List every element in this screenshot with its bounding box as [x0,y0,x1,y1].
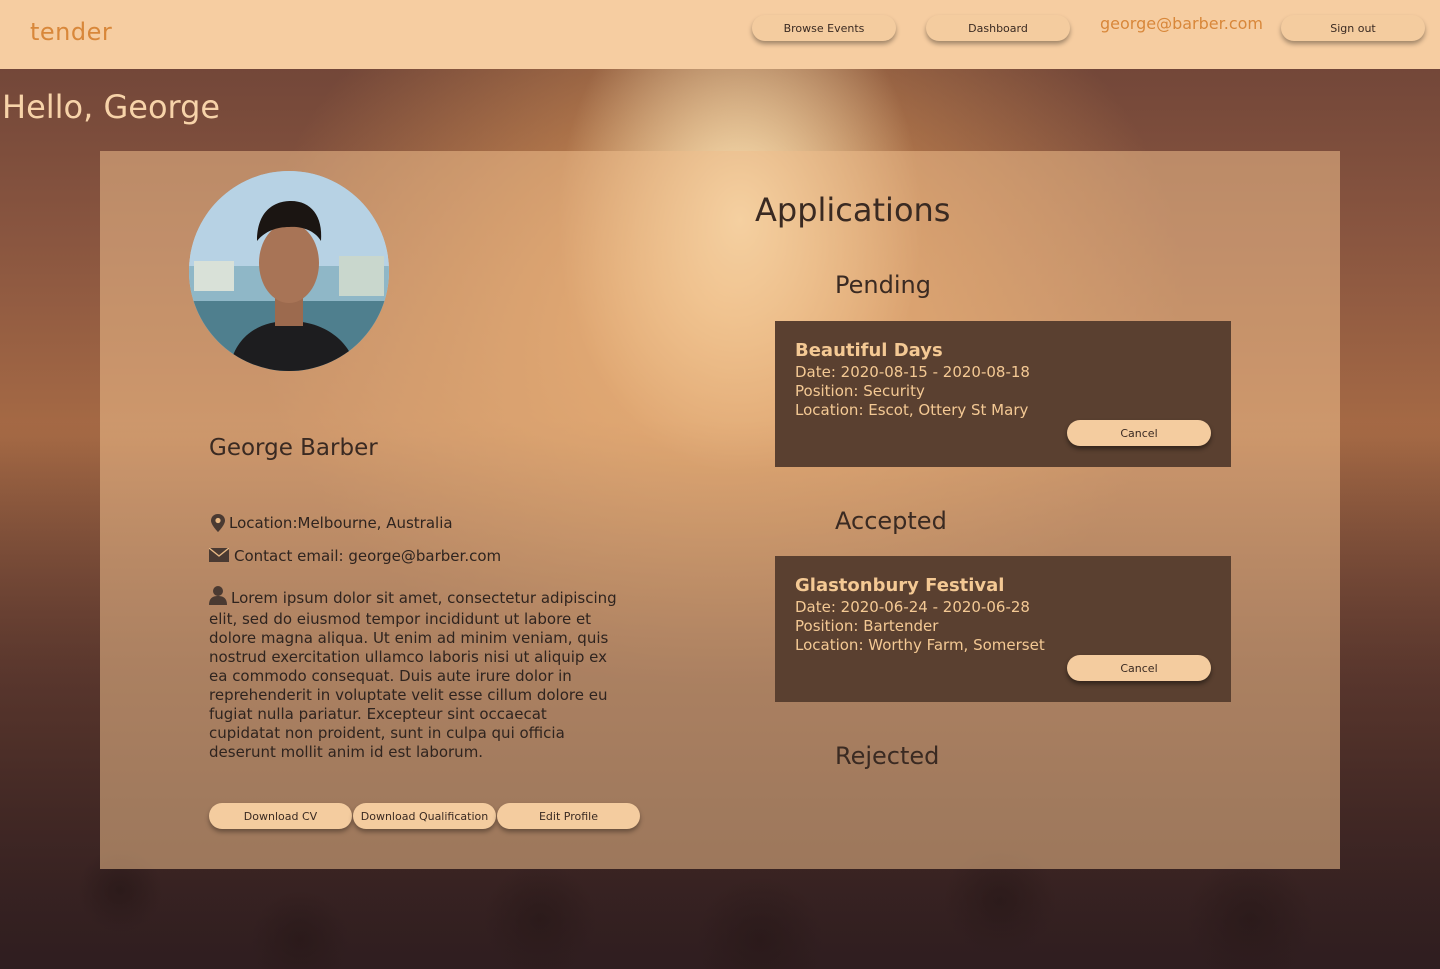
pending-heading: Pending [835,271,931,299]
top-navbar: tender Browse Events Dashboard george@ba… [0,0,1440,69]
event-position: Position: Bartender [795,617,939,635]
user-icon [209,585,227,610]
bio-paragraph: Lorem ipsum dolor sit amet, consectetur … [209,585,621,762]
user-email-link[interactable]: george@barber.com [1100,14,1263,33]
avatar [189,171,389,371]
contact-row: Contact email: george@barber.com [209,547,501,565]
brand-logo[interactable]: tender [30,18,112,46]
download-cv-button[interactable]: Download CV [209,803,352,829]
event-date: Date: 2020-06-24 - 2020-06-28 [795,598,1030,616]
download-qualification-button[interactable]: Download Qualification [353,803,496,829]
edit-profile-button[interactable]: Edit Profile [497,803,640,829]
event-position: Position: Security [795,382,925,400]
event-name: Beautiful Days [795,340,943,361]
pending-application-card: Beautiful Days Date: 2020-08-15 - 2020-0… [775,321,1231,467]
location-text: Location:Melbourne, Australia [229,514,453,532]
bio-text: Lorem ipsum dolor sit amet, consectetur … [209,589,617,761]
browse-events-button[interactable]: Browse Events [752,15,896,41]
accepted-heading: Accepted [835,507,947,535]
cancel-button[interactable]: Cancel [1067,420,1211,446]
profile-card: George Barber Location:Melbourne, Austra… [100,151,1340,869]
cancel-button[interactable]: Cancel [1067,655,1211,681]
event-name: Glastonbury Festival [795,575,1005,596]
location-row: Location:Melbourne, Australia [209,513,453,533]
accepted-application-card: Glastonbury Festival Date: 2020-06-24 - … [775,556,1231,702]
profile-name: George Barber [209,435,378,461]
dashboard-button[interactable]: Dashboard [926,15,1070,41]
map-pin-icon [209,513,227,533]
event-location: Location: Worthy Farm, Somerset [795,636,1045,654]
page-greeting: Hello, George [2,88,221,126]
rejected-heading: Rejected [835,742,940,770]
envelope-icon [209,548,229,564]
event-date: Date: 2020-08-15 - 2020-08-18 [795,363,1030,381]
applications-heading: Applications [755,191,951,229]
event-location: Location: Escot, Ottery St Mary [795,401,1029,419]
contact-email-text: Contact email: george@barber.com [234,547,502,565]
sign-out-button[interactable]: Sign out [1281,15,1425,41]
